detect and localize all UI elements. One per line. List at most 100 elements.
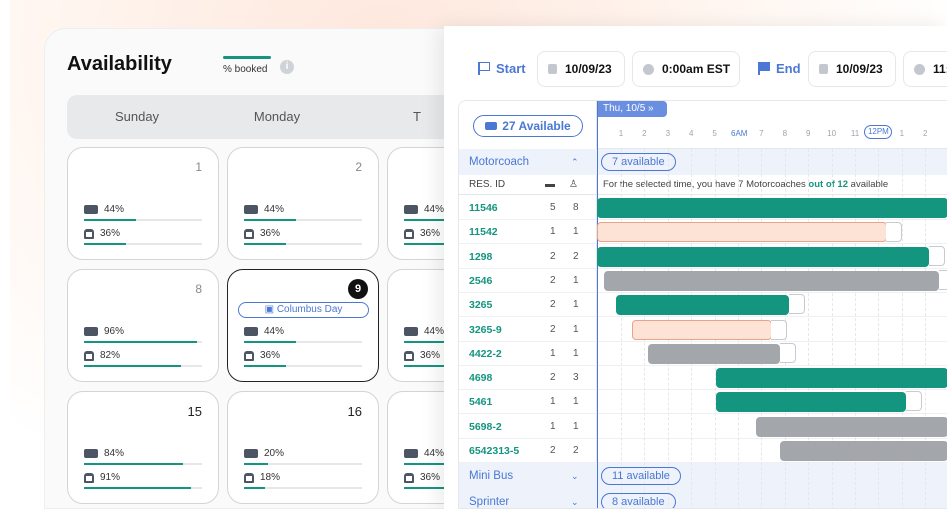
- bus-bar-fill: [84, 341, 198, 343]
- date-header[interactable]: Thu, 10/5 »: [597, 101, 667, 117]
- driver-count: 8: [573, 202, 579, 213]
- holiday-tag[interactable]: ▣ Columbus Day: [238, 302, 369, 318]
- reservation-bar-buffer: [929, 245, 946, 266]
- bus-bar-fill: [244, 341, 296, 343]
- reservation-bar[interactable]: [716, 368, 947, 389]
- driver-booked: 82%: [84, 350, 120, 361]
- note-prefix: For the selected time, you have 7 Motorc…: [603, 179, 809, 190]
- bus-booked: 44%: [404, 204, 444, 215]
- driver-booked: 36%: [244, 350, 280, 361]
- hour-tick: 11: [850, 129, 860, 138]
- hour-tick: 3: [665, 129, 671, 138]
- reservation-bar[interactable]: [632, 319, 788, 340]
- reservation-id[interactable]: 11546: [469, 196, 498, 220]
- start-date-field[interactable]: 10/09/23: [537, 51, 625, 87]
- bus-icon: [84, 205, 98, 214]
- day-cell[interactable]: 15 84% 91%: [67, 391, 219, 504]
- bus-count: 2: [550, 274, 556, 286]
- booked-legend: % booked: [223, 56, 271, 75]
- driver-percent: 91%: [100, 472, 121, 483]
- day-cell[interactable]: 16 20% 18%: [227, 391, 379, 504]
- available-total-button[interactable]: 27 Available: [473, 115, 583, 137]
- bus-count: 1: [550, 226, 556, 238]
- reservation-bar[interactable]: [615, 294, 805, 316]
- driver-bar: [84, 487, 202, 489]
- bus-bar: [244, 341, 362, 343]
- driver-percent: 36%: [260, 350, 281, 361]
- bus-bar-fill: [244, 219, 296, 221]
- start-time-field[interactable]: 0:00am EST: [632, 51, 740, 87]
- calendar-icon: [548, 64, 557, 74]
- reservation-bar[interactable]: [604, 269, 947, 291]
- category-label: Mini Bus: [469, 470, 514, 483]
- bus-booked: 96%: [84, 326, 124, 337]
- reservation-id[interactable]: 6542313-5: [469, 439, 519, 463]
- reservation-id[interactable]: 5698-2: [469, 415, 502, 439]
- reservation-id[interactable]: 2546: [469, 269, 492, 293]
- driver-booked: 36%: [244, 228, 280, 239]
- reservation-bar[interactable]: [648, 342, 796, 364]
- day-cell[interactable]: 9 ▣ Columbus Day 44% 36%: [227, 269, 379, 382]
- hour-tick: 1: [618, 129, 624, 138]
- bus-bar: [84, 463, 202, 465]
- driver-booked: 36%: [404, 472, 440, 483]
- category-label: Motorcoach: [469, 156, 530, 168]
- date-header-text: Thu, 10/5 »: [603, 103, 654, 114]
- bus-icon: [244, 205, 258, 214]
- reservation-bar-buffer: [788, 294, 805, 315]
- reservation-grid: 27 Available Motorcoach ⌃ RES. ID ▬ ♙ 11546 5 8…: [458, 100, 947, 509]
- reservation-bar[interactable]: [597, 245, 946, 267]
- driver-bar-fill: [244, 487, 266, 489]
- driver-booked: 36%: [84, 228, 120, 239]
- day-cell[interactable]: 2 44% 36%: [227, 147, 379, 260]
- bus-count: 1: [550, 347, 556, 359]
- reservation-bar[interactable]: [597, 222, 903, 243]
- chevron-down-icon[interactable]: ⌄: [571, 463, 579, 489]
- driver-icon: [84, 350, 94, 361]
- clock-icon: [643, 63, 654, 75]
- end-text: End: [776, 61, 801, 76]
- day-cell[interactable]: 8 96% 82%: [67, 269, 219, 382]
- current-time-line: [597, 101, 598, 508]
- driver-bar: [244, 487, 362, 489]
- day-cell[interactable]: 1 44% 36%: [67, 147, 219, 260]
- day-number: 16: [347, 404, 362, 419]
- chevron-down-icon[interactable]: ⌄: [571, 489, 579, 508]
- hour-tick: 9: [805, 129, 811, 138]
- info-icon[interactable]: i: [280, 60, 294, 74]
- bus-count: 1: [550, 396, 556, 408]
- bus-icon: [404, 327, 418, 336]
- reservation-id[interactable]: 4422-2: [469, 342, 502, 366]
- bus-bar: [244, 463, 362, 465]
- driver-bar: [244, 365, 362, 367]
- reservation-bar[interactable]: [756, 416, 947, 437]
- bus-icon: [404, 449, 418, 458]
- bus-count: 5: [550, 202, 556, 213]
- chevron-up-icon[interactable]: ⌃: [571, 149, 579, 175]
- bus-icon: [485, 122, 498, 130]
- reservation-id[interactable]: 5461: [469, 390, 492, 414]
- reservation-id[interactable]: 1298: [469, 245, 492, 269]
- bus-bar-fill: [244, 463, 268, 465]
- bus-count: 2: [550, 299, 556, 311]
- reservation-bar[interactable]: [716, 391, 922, 413]
- driver-percent: 36%: [100, 228, 121, 239]
- reservation-bar[interactable]: [597, 198, 947, 218]
- end-time-field[interactable]: 11:: [903, 51, 947, 87]
- reservation-id[interactable]: 11542: [469, 220, 498, 244]
- availability-calendar: Availability % booked i Sunday Monday T …: [44, 28, 464, 509]
- bus-column-icon: ▬: [545, 179, 555, 190]
- driver-count: 2: [573, 250, 579, 262]
- reservation-id[interactable]: 3265-9: [469, 318, 502, 342]
- reservation-id[interactable]: 3265: [469, 293, 492, 317]
- driver-bar-fill: [84, 365, 181, 367]
- driver-booked: 18%: [244, 472, 280, 483]
- hour-tick: 10: [827, 129, 837, 138]
- driver-percent: 18%: [260, 472, 281, 483]
- day-number: 8: [195, 282, 202, 296]
- reservation-bar[interactable]: [779, 441, 947, 461]
- driver-percent: 82%: [100, 350, 121, 361]
- driver-icon: [404, 350, 414, 361]
- end-date-field[interactable]: 10/09/23: [808, 51, 896, 87]
- reservation-id[interactable]: 4698: [469, 366, 492, 390]
